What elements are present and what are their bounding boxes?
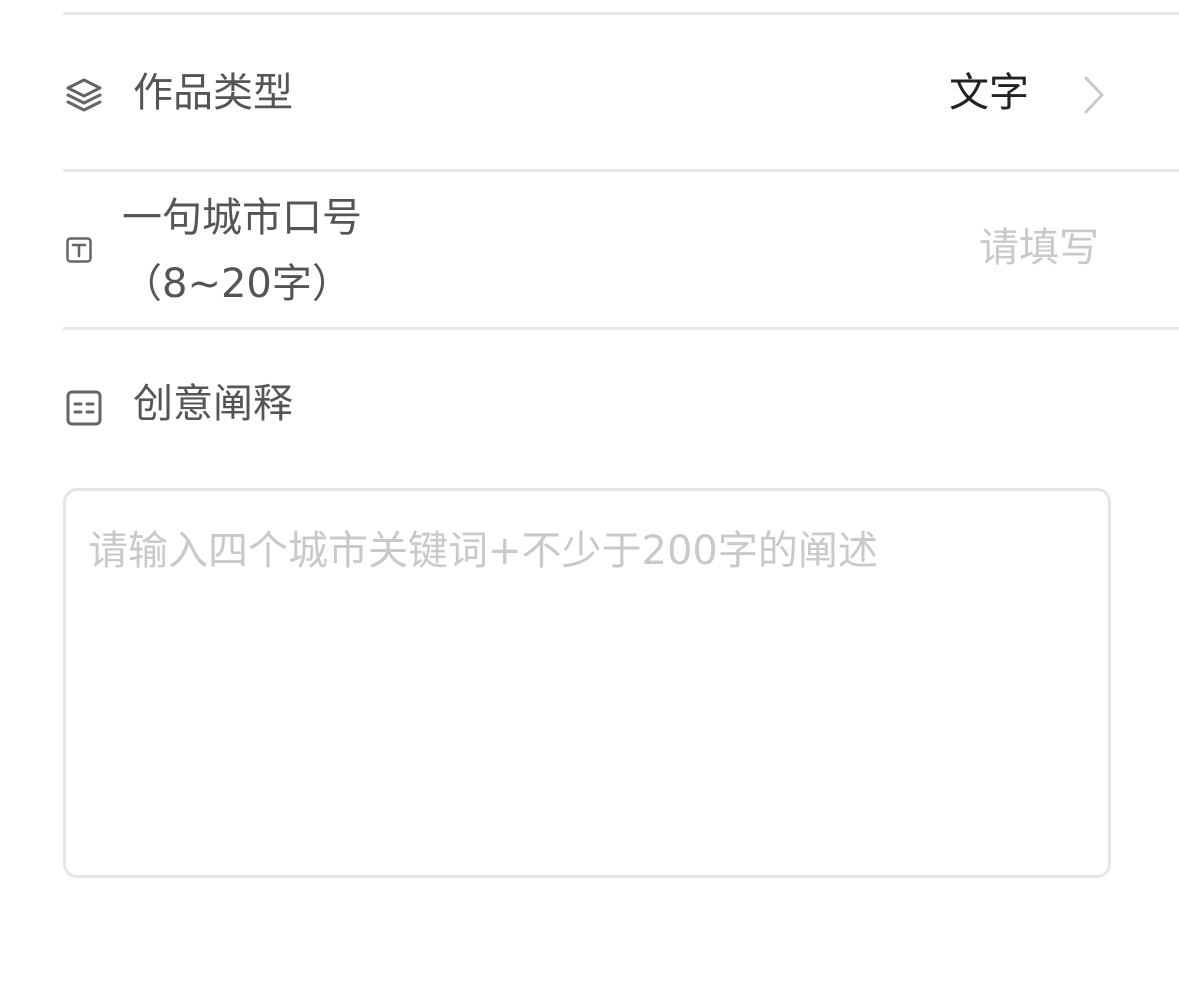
slogan-label-line1: 一句城市口号 (122, 195, 362, 241)
work-type-value: 文字 (949, 70, 1029, 116)
work-type-label: 作品类型 (133, 70, 293, 116)
document-icon (66, 390, 102, 430)
slogan-label-line2: （8~20字） (122, 261, 352, 307)
explanation-textarea-container (63, 488, 1111, 878)
work-type-row[interactable]: 作品类型 文字 (63, 15, 1179, 169)
layers-icon (65, 77, 103, 117)
form-page: 作品类型 文字 一句城市口号 （8~20字） 创意阐释 (0, 0, 1179, 992)
text-box-icon (66, 237, 92, 267)
explanation-label: 创意阐释 (133, 381, 293, 427)
chevron-right-icon[interactable] (1081, 75, 1107, 119)
slogan-input[interactable] (779, 224, 1099, 272)
explanation-header: 创意阐释 (0, 330, 1179, 460)
explanation-textarea[interactable] (88, 527, 1088, 847)
